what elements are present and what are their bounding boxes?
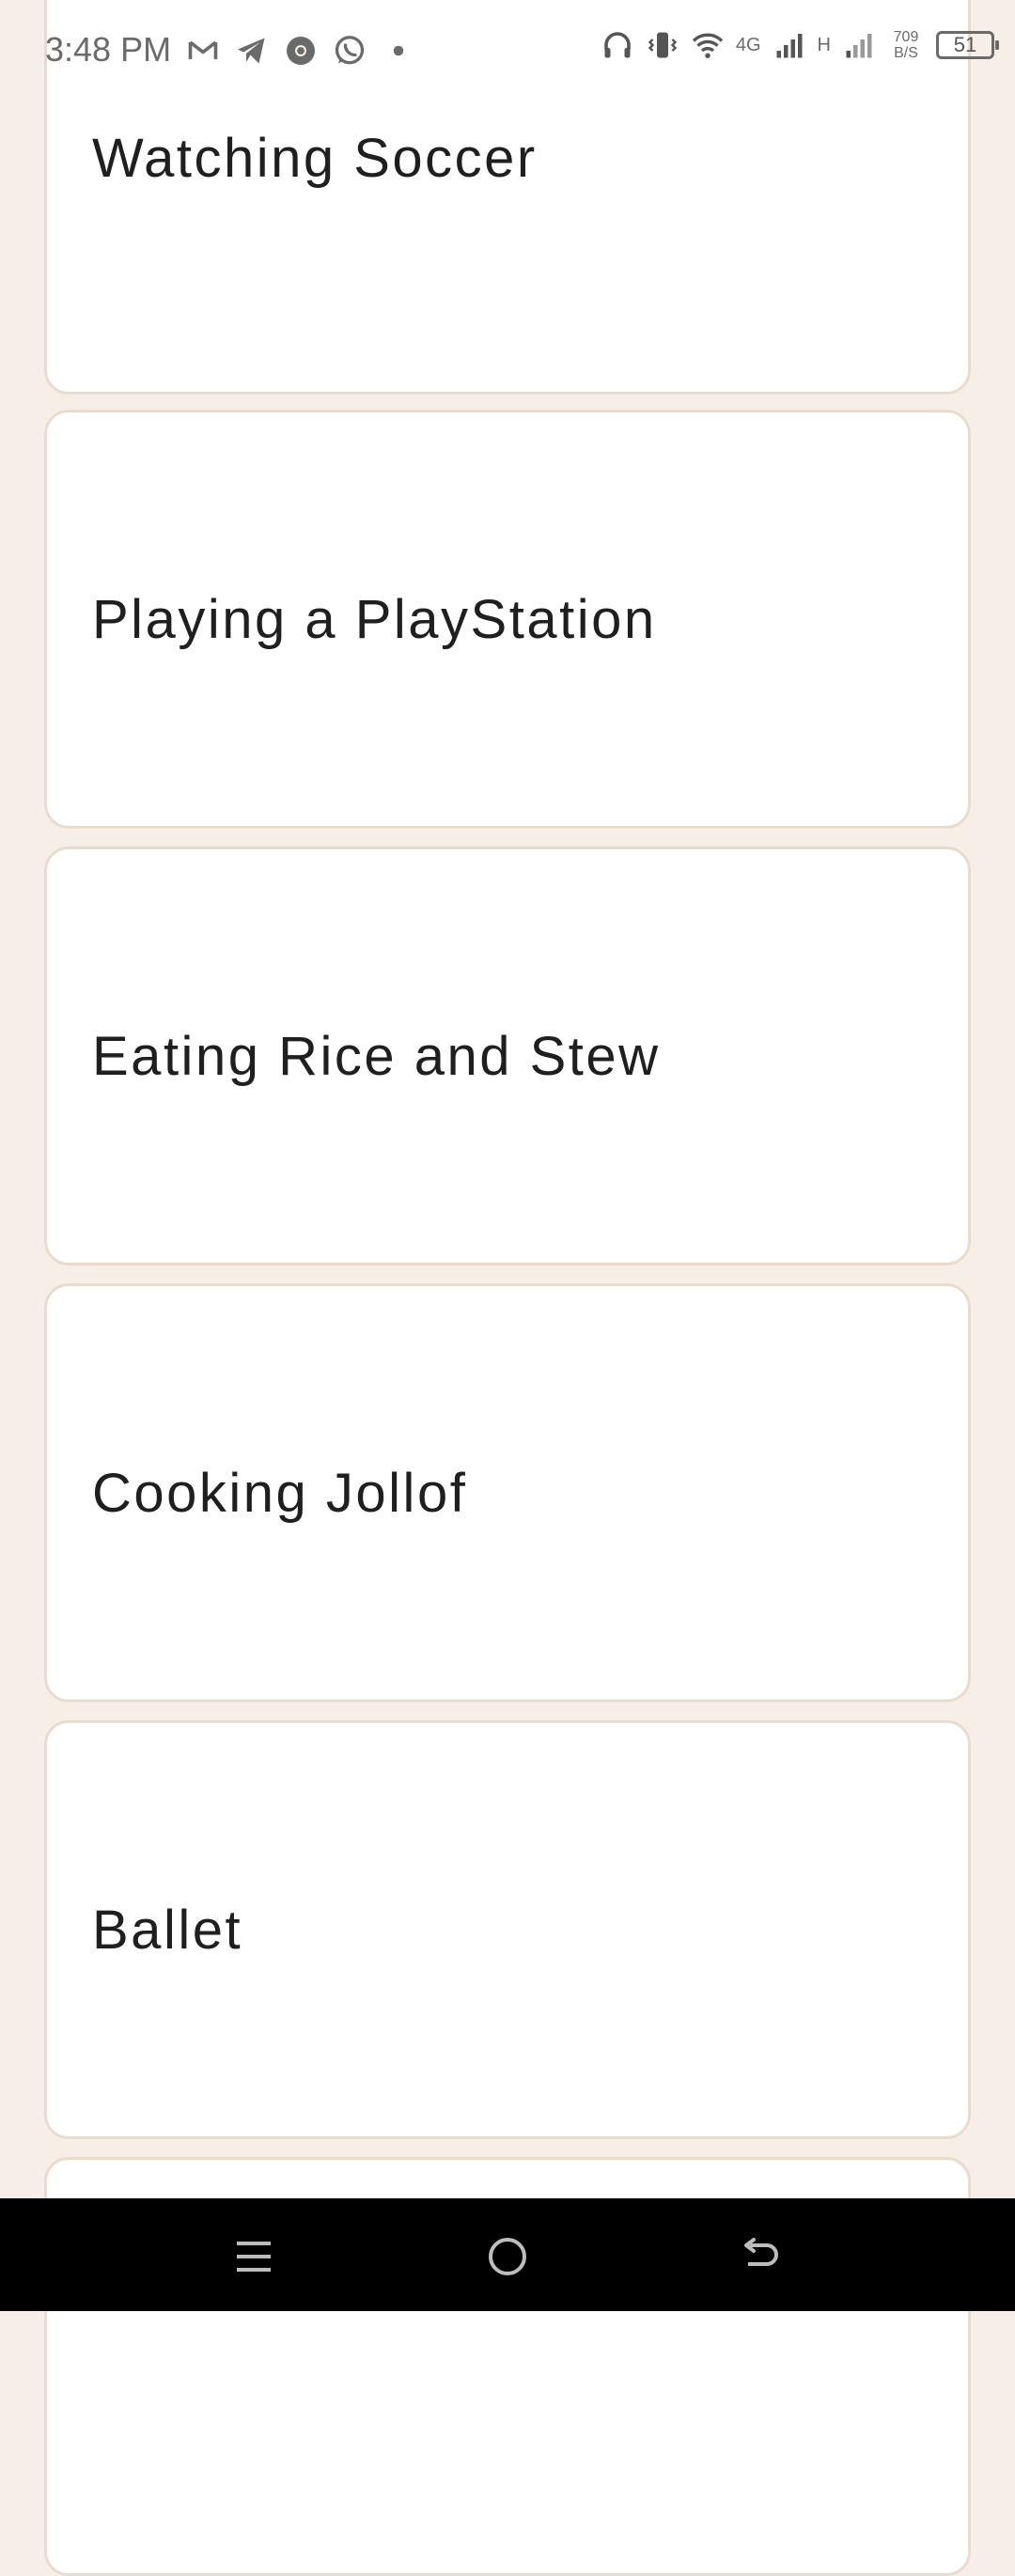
network-speed-unit: B/S xyxy=(894,45,918,61)
list-item[interactable]: Cooking Jollof xyxy=(44,1283,971,1702)
network-speed: 709 B/S xyxy=(887,29,925,61)
list-item-label: Playing a PlayStation xyxy=(92,588,657,650)
home-icon[interactable] xyxy=(481,2230,534,2283)
list-item[interactable]: Eating Rice and Stew xyxy=(44,846,971,1265)
system-icons: 4G H 709 B/S 51 xyxy=(601,28,999,62)
status-time: 3:48 PM xyxy=(45,30,172,69)
vibrate-icon xyxy=(646,28,679,62)
dot-icon xyxy=(382,34,415,68)
wifi-icon xyxy=(691,28,725,62)
network-h-label: H xyxy=(817,35,831,55)
signal-icon xyxy=(773,28,806,62)
list-item[interactable]: Playing a PlayStation xyxy=(44,410,971,829)
gmail-icon xyxy=(186,34,220,68)
navigation-bar xyxy=(0,2198,1015,2311)
menu-icon[interactable] xyxy=(227,2230,280,2283)
telegram-icon xyxy=(235,34,269,68)
battery-level: 51 xyxy=(953,33,977,56)
signal-icon xyxy=(842,28,876,62)
whatsapp-icon xyxy=(333,34,367,68)
list-item-label: Watching Soccer xyxy=(92,128,538,189)
list-item-label: Cooking Jollof xyxy=(92,1462,468,1524)
headphones-icon xyxy=(601,28,634,62)
notification-icons xyxy=(186,34,415,68)
list-item-label: Eating Rice and Stew xyxy=(92,1025,661,1087)
list-item-label: Ballet xyxy=(92,1899,243,1961)
status-bar: 3:48 PM 4G H 709 B/S 51 xyxy=(0,0,1015,103)
battery-icon: 51 xyxy=(936,31,999,59)
network-4g-label: 4G xyxy=(735,35,761,55)
list-item[interactable]: Ballet xyxy=(44,1720,971,2139)
network-speed-value: 709 xyxy=(893,29,919,45)
back-icon[interactable] xyxy=(735,2230,788,2283)
chrome-icon xyxy=(284,34,318,68)
